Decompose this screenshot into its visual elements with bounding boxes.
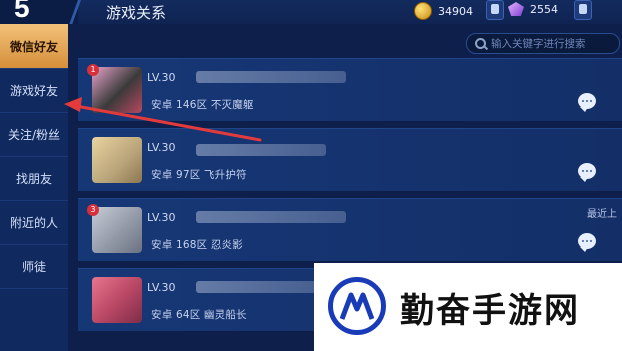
brand-text: 勤奋手游网 [400,291,580,331]
brand-logo-icon [328,277,386,335]
watermark-logo: 勤奋手游网 [314,263,622,351]
